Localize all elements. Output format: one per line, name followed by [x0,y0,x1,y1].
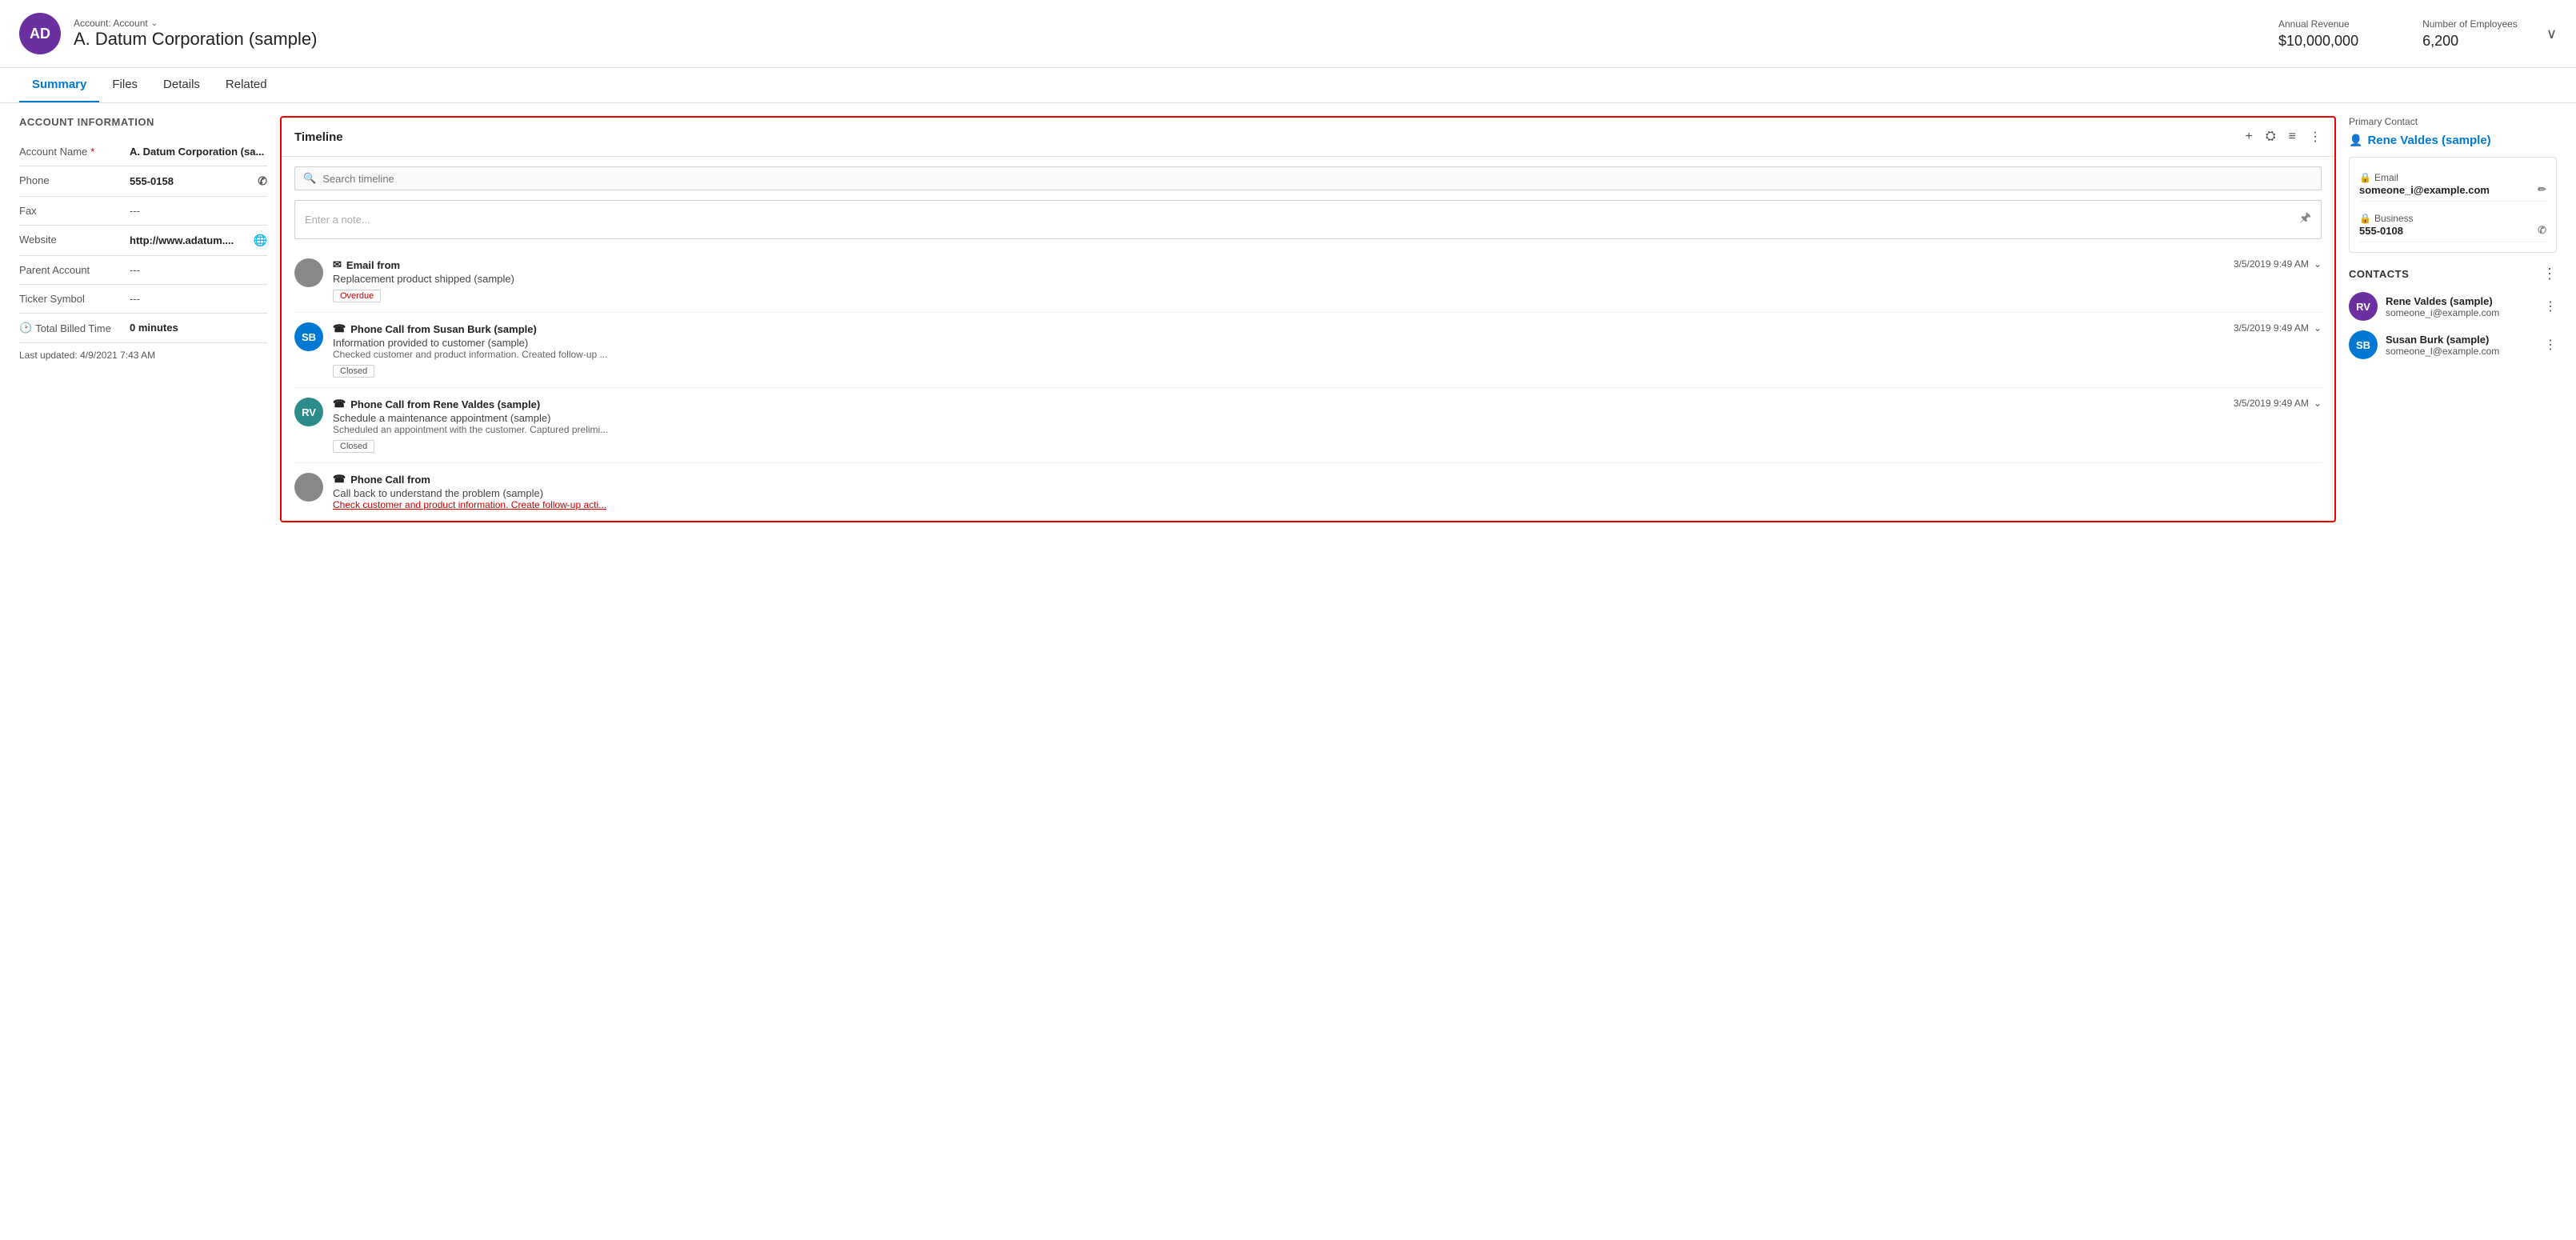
required-indicator: * [90,146,94,158]
entry-content: ✉ Email from 3/5/2019 9:49 AM ⌄ Replacem… [333,258,2322,302]
clock-icon: 🕑 [19,322,32,334]
timeline-actions: + ⛭ ≡ ⋮ [2246,129,2322,145]
more-options-icon[interactable]: ⋮ [2309,129,2322,145]
header-title-block: Account: Account ⌄ A. Datum Corporation … [74,18,317,50]
annual-revenue-label: Annual Revenue [2278,18,2358,30]
timeline-entry: ✉ Email from 3/5/2019 9:49 AM ⌄ Replacem… [294,249,2322,313]
tab-files[interactable]: Files [99,68,150,102]
annual-revenue-metric: Annual Revenue $10,000,000 [2278,18,2358,50]
filter-icon[interactable]: ⛭ [2266,130,2276,144]
contacts-header: CONTACTS ⋮ [2349,266,2557,282]
timeline-header: Timeline + ⛭ ≡ ⋮ [282,118,2334,157]
employees-value: 6,200 [2422,33,2518,50]
contact-avatar: RV [2349,292,2378,321]
timeline-card: Timeline + ⛭ ≡ ⋮ 🔍 Enter a note... 🖈 [280,116,2336,522]
timeline-entry: ☎ Phone Call from Call back to understan… [294,463,2322,521]
expand-icon[interactable]: ⌄ [2314,398,2322,409]
phone-icon: ✆ [258,174,267,188]
sort-icon[interactable]: ≡ [2289,130,2296,144]
primary-contact-card: 🔒 Email someone_i@example.com ✏ 🔒 Busine… [2349,157,2557,253]
contact-link-icon: 👤 [2349,134,2362,147]
entry-avatar: SB [294,322,323,351]
entry-avatar: RV [294,398,323,426]
business-field-block: 🔒 Business 555-0108 ✆ [2359,208,2546,242]
lock-icon: 🔒 [2359,172,2371,183]
tab-related[interactable]: Related [213,68,280,102]
expand-icon[interactable]: ⌄ [2314,322,2322,334]
field-website: Website http://www.adatum.... 🌐 [19,226,267,256]
edit-email-icon: ✏ [2538,183,2546,196]
contact-info: Susan Burk (sample) someone_l@example.co… [2386,334,2536,357]
timeline-title: Timeline [294,130,2236,144]
globe-icon: 🌐 [254,234,267,247]
tab-details[interactable]: Details [150,68,213,102]
status-badge: Closed [333,365,374,378]
entry-type-icon: ☎ [333,398,346,410]
timeline-panel: Timeline + ⛭ ≡ ⋮ 🔍 Enter a note... 🖈 [280,116,2336,522]
breadcrumb[interactable]: Account: Account ⌄ [74,18,317,29]
collapse-icon[interactable]: ∨ [2546,26,2557,42]
status-badge: Overdue [333,290,381,302]
field-fax: Fax --- [19,197,267,226]
employees-metric: Number of Employees 6,200 [2422,18,2518,50]
entry-content: ☎ Phone Call from Rene Valdes (sample) 3… [333,398,2322,453]
annual-revenue-value: $10,000,000 [2278,33,2358,50]
tab-bar: Summary Files Details Related [0,68,2576,103]
phone-icon: ✆ [2538,224,2546,237]
entry-content: ☎ Phone Call from Call back to understan… [333,473,2322,510]
entry-avatar [294,473,323,502]
field-ticker-symbol: Ticker Symbol --- [19,285,267,314]
timeline-search-input[interactable] [322,173,2313,185]
avatar: AD [19,13,61,54]
contact-more-icon[interactable]: ⋮ [2544,337,2557,353]
last-updated: Last updated: 4/9/2021 7:43 AM [19,343,267,367]
entry-type-icon: ☎ [333,322,346,335]
email-field-block: 🔒 Email someone_i@example.com ✏ [2359,167,2546,202]
entry-content: ☎ Phone Call from Susan Burk (sample) 3/… [333,322,2322,378]
note-placeholder-text: Enter a note... [305,214,2293,226]
timeline-entry: SB ☎ Phone Call from Susan Burk (sample)… [294,313,2322,388]
timeline-entries: ✉ Email from 3/5/2019 9:49 AM ⌄ Replacem… [282,249,2334,521]
tab-summary[interactable]: Summary [19,68,99,102]
add-timeline-button[interactable]: + [2246,130,2253,144]
contacts-list: RV Rene Valdes (sample) someone_i@exampl… [2349,292,2557,359]
field-total-billed-time: 🕑 Total Billed Time 0 minutes [19,314,267,343]
note-input-area[interactable]: Enter a note... 🖈 [294,200,2322,239]
primary-contact-label: Primary Contact [2349,116,2557,127]
entry-avatar [294,258,323,287]
contacts-more-icon[interactable]: ⋮ [2542,266,2557,282]
contact-info: Rene Valdes (sample) someone_i@example.c… [2386,295,2536,318]
timeline-entry: RV ☎ Phone Call from Rene Valdes (sample… [294,388,2322,463]
main-content: ACCOUNT INFORMATION Account Name * A. Da… [0,103,2576,535]
right-panel: Primary Contact 👤 Rene Valdes (sample) 🔒… [2349,116,2557,522]
contacts-title: CONTACTS [2349,268,2409,280]
entry-type-icon: ✉ [333,258,342,271]
field-account-name: Account Name * A. Datum Corporation (sa.… [19,138,267,166]
field-phone: Phone 555-0158 ✆ [19,166,267,197]
expand-icon[interactable]: ⌄ [2314,258,2322,270]
timeline-search-bar[interactable]: 🔍 [294,166,2322,190]
status-badge: Closed [333,440,374,453]
header-metrics: Annual Revenue $10,000,000 Number of Emp… [2278,18,2518,50]
lock-icon: 🔒 [2359,213,2371,224]
entry-type-icon: ☎ [333,473,346,486]
page-title: A. Datum Corporation (sample) [74,29,317,50]
search-icon: 🔍 [303,172,316,185]
account-info-title: ACCOUNT INFORMATION [19,116,267,128]
attach-icon: 🖈 [2299,209,2311,230]
contact-item: RV Rene Valdes (sample) someone_i@exampl… [2349,292,2557,321]
contact-item: SB Susan Burk (sample) someone_l@example… [2349,330,2557,359]
header: AD Account: Account ⌄ A. Datum Corporati… [0,0,2576,68]
contact-avatar: SB [2349,330,2378,359]
field-parent-account: Parent Account --- [19,256,267,285]
employees-label: Number of Employees [2422,18,2518,30]
contact-more-icon[interactable]: ⋮ [2544,298,2557,314]
account-info-panel: ACCOUNT INFORMATION Account Name * A. Da… [19,116,267,522]
chevron-down-icon: ⌄ [151,19,158,28]
primary-contact-name[interactable]: 👤 Rene Valdes (sample) [2349,134,2557,147]
